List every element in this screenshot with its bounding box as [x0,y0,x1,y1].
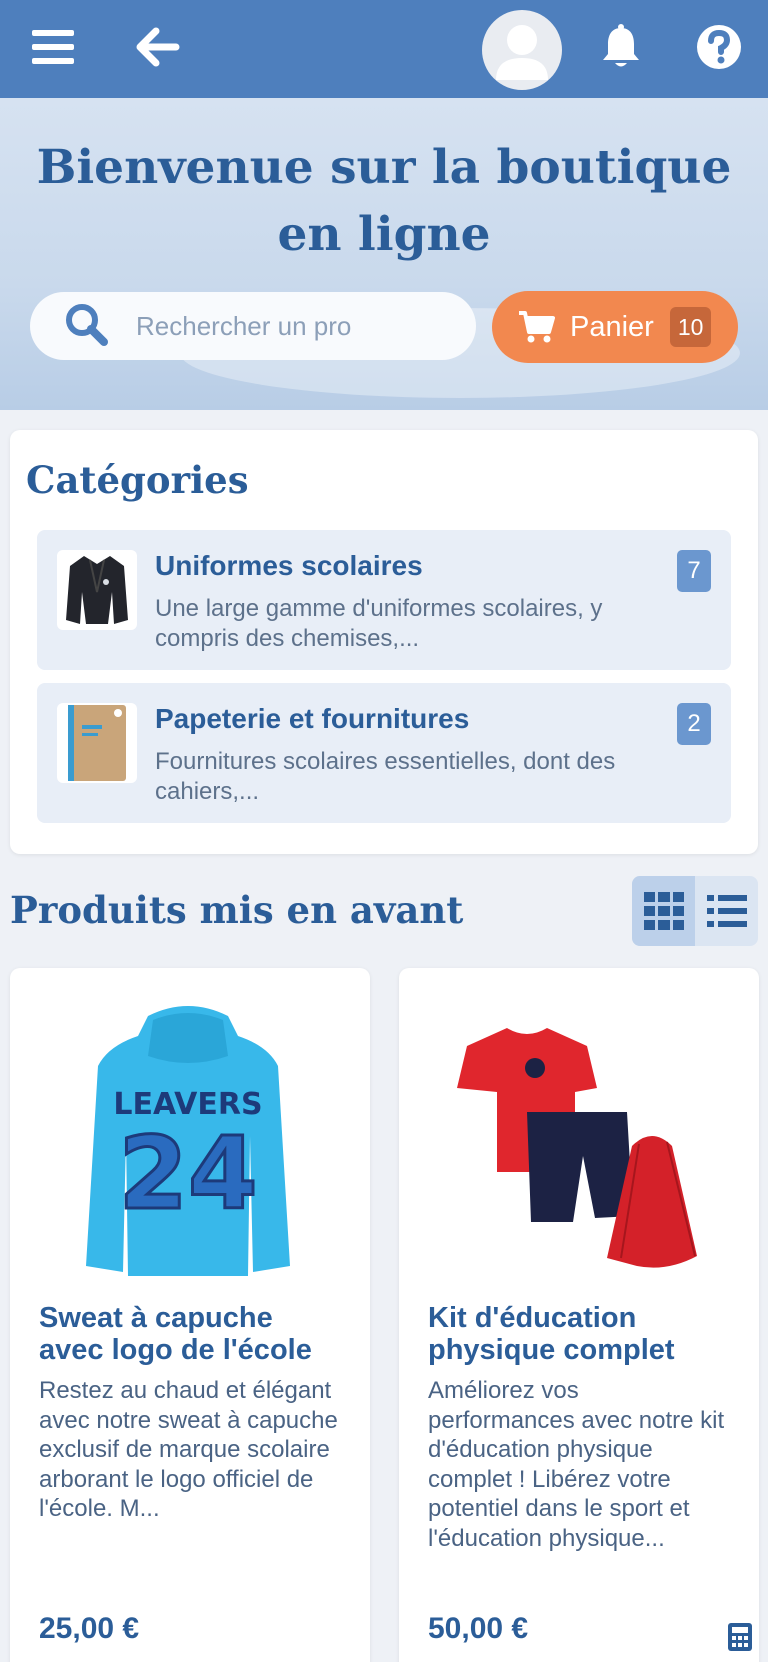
featured-title: Produits mis en avant [10,888,464,932]
question-circle-icon [697,25,741,69]
category-count-badge: 7 [677,550,711,592]
menu-button[interactable] [28,24,78,70]
search-input[interactable] [136,310,456,342]
product-price: 50,00 € [428,1612,529,1645]
top-bar [0,0,768,98]
blazer-image [57,550,137,630]
product-name: Sweat à capuche avec logo de l'école [39,1302,312,1366]
product-name: Kit d'éducation physique complet [428,1302,675,1366]
product-price: 25,00 € [39,1612,140,1645]
list-view-button[interactable] [695,876,758,946]
help-button[interactable] [694,22,744,72]
bell-icon [603,24,639,67]
search-bar[interactable] [30,292,476,360]
hoodie-image: LEAVERS 24 [38,996,338,1296]
list-view-icon [706,895,747,927]
cart-icon [519,311,555,343]
cart-button[interactable]: Panier 10 [492,291,738,363]
grid-view-icon [643,892,684,930]
avatar[interactable] [482,10,562,90]
category-name: Uniformes scolaires [155,550,423,581]
notifications-button[interactable] [594,20,648,74]
page-title: Bienvenue sur la boutique en ligne [36,140,732,262]
product-description: Restez au chaud et élégant avec notre sw… [39,1377,338,1523]
menu-icon [32,30,74,64]
view-toggle [632,876,758,946]
grid-view-button[interactable] [632,876,695,946]
category-name: Papeterie et fournitures [155,703,470,734]
category-description: Fournitures scolaires essentielles, dont… [155,748,616,805]
product-card[interactable]: Kit d'éducation physique complet Amélior… [399,968,759,1662]
categories-card: Catégories Uniformes scolaires Une large… [10,430,758,854]
product-card[interactable]: LEAVERS 24 Sweat à capuche avec logo de … [10,968,370,1662]
arrow-left-icon [136,27,180,67]
pe-kit-image [427,996,727,1296]
search-icon [66,304,108,346]
category-item[interactable]: Uniformes scolaires Une large gamme d'un… [37,530,731,670]
categories-title: Catégories [26,458,249,502]
calculator-icon [728,1623,752,1651]
back-button[interactable] [130,22,186,72]
calculator-button[interactable] [726,1622,754,1652]
category-item[interactable]: Papeterie et fournitures Fournitures sco… [37,683,731,823]
category-description: Une large gamme d'uniformes scolaires, y… [155,595,603,652]
user-avatar-icon [496,25,548,80]
cart-count-badge: 10 [669,307,712,347]
category-count-badge: 2 [677,703,711,745]
product-description: Améliorez vos performances avec notre ki… [428,1377,725,1552]
cart-label: Panier [570,310,654,343]
hoodie-print-number: 24 [118,1115,257,1232]
notebook-image [57,703,137,783]
hero-banner: Bienvenue sur la boutique en ligne Panie… [0,98,768,410]
